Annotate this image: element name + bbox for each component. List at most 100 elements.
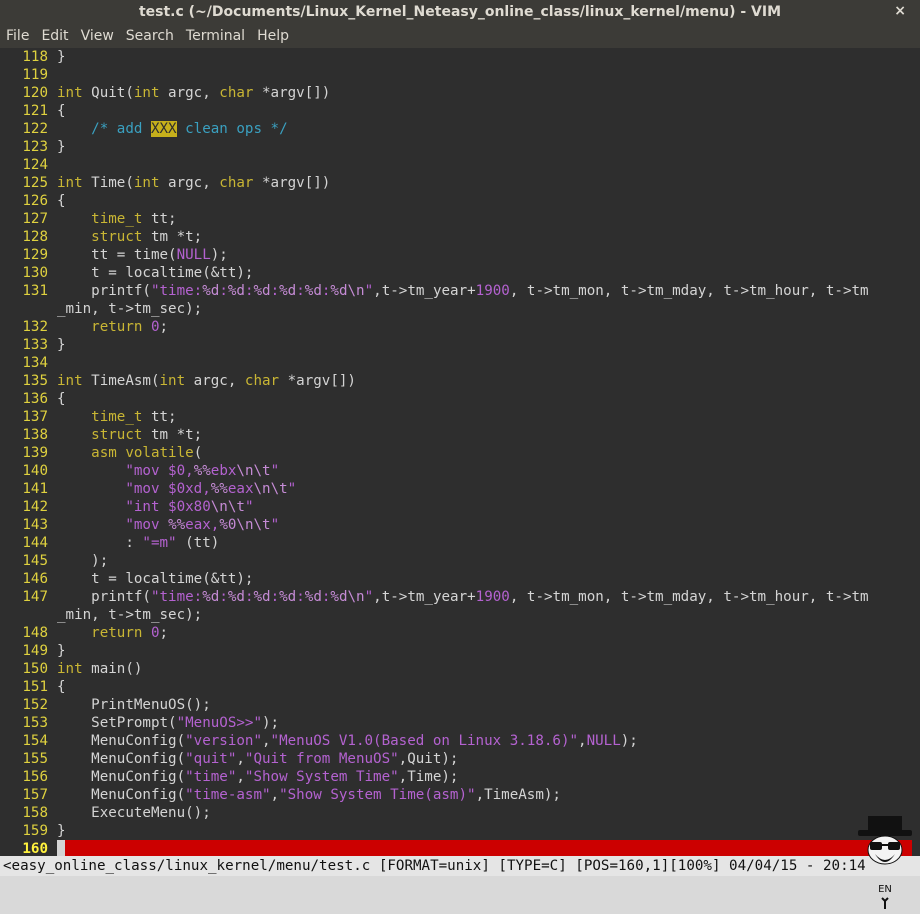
code-line[interactable]: 148 return 0; bbox=[0, 624, 920, 642]
line-number: 124 bbox=[22, 157, 48, 173]
code-line[interactable]: 134 bbox=[0, 354, 920, 372]
menu-edit[interactable]: Edit bbox=[33, 28, 72, 44]
menu-help[interactable]: Help bbox=[249, 28, 293, 44]
code-text: t = localtime(&tt); bbox=[57, 571, 254, 587]
line-number bbox=[0, 300, 57, 318]
code-line[interactable]: 159} bbox=[0, 822, 920, 840]
code-line[interactable]: 152 PrintMenuOS(); bbox=[0, 696, 920, 714]
code-text: int Quit(int argc, char *argv[]) bbox=[57, 85, 331, 101]
code-line[interactable]: 132 return 0; bbox=[0, 318, 920, 336]
line-number: 155 bbox=[22, 751, 48, 767]
code-text: "int $0x80\n\t" bbox=[125, 499, 254, 515]
line-number: 157 bbox=[22, 787, 48, 803]
line-number: 127 bbox=[22, 211, 48, 227]
code-line[interactable]: 140 "mov $0,%%ebx\n\t" bbox=[0, 462, 920, 480]
menu-bar: File Edit View Search Terminal Help bbox=[0, 24, 920, 48]
code-text: int TimeAsm(int argc, char *argv[]) bbox=[57, 373, 356, 389]
command-line[interactable] bbox=[0, 876, 920, 914]
code-line[interactable]: 118} bbox=[0, 48, 920, 66]
code-text: time_t tt; bbox=[91, 409, 177, 425]
code-line[interactable]: 120 int Quit(int argc, char *argv[]) bbox=[0, 84, 920, 102]
code-line[interactable]: 139 asm volatile( bbox=[0, 444, 920, 462]
cursor-line[interactable]: 160 bbox=[0, 840, 920, 856]
code-line[interactable]: _min, t->tm_sec); bbox=[0, 606, 920, 624]
code-text: { bbox=[57, 679, 66, 695]
line-number: 125 bbox=[22, 175, 48, 191]
code-line[interactable]: 124 bbox=[0, 156, 920, 174]
menu-terminal[interactable]: Terminal bbox=[178, 28, 249, 44]
line-number: 128 bbox=[22, 229, 48, 245]
code-line[interactable]: 126 { bbox=[0, 192, 920, 210]
line-number: 142 bbox=[22, 499, 48, 515]
code-line[interactable]: 141 "mov $0xd,%%eax\n\t" bbox=[0, 480, 920, 498]
code-line[interactable]: 133} bbox=[0, 336, 920, 354]
code-text: t = localtime(&tt); bbox=[57, 265, 254, 281]
code-line[interactable]: 149} bbox=[0, 642, 920, 660]
code-text: tt = time(NULL); bbox=[57, 247, 228, 263]
code-line[interactable]: 135 int TimeAsm(int argc, char *argv[]) bbox=[0, 372, 920, 390]
line-number: 131 bbox=[22, 283, 48, 299]
code-text: asm volatile( bbox=[91, 445, 203, 461]
line-number: 153 bbox=[22, 715, 48, 731]
code-line[interactable]: 136 { bbox=[0, 390, 920, 408]
menu-view[interactable]: View bbox=[73, 28, 118, 44]
code-line[interactable]: 128 struct tm *t; bbox=[0, 228, 920, 246]
line-number: 145 bbox=[22, 553, 48, 569]
code-line[interactable]: 131 printf("time:%d:%d:%d:%d:%d:%d\n",t-… bbox=[0, 282, 920, 300]
code-text: return 0; bbox=[91, 625, 169, 641]
code-text: _min, t->tm_sec); bbox=[57, 301, 203, 317]
code-text: ); bbox=[57, 553, 109, 569]
close-icon[interactable]: × bbox=[894, 3, 906, 19]
line-number: 122 bbox=[22, 121, 48, 137]
code-line[interactable]: 155 MenuConfig("quit","Quit from MenuOS"… bbox=[0, 750, 920, 768]
line-number: 149 bbox=[22, 643, 48, 659]
text-cursor bbox=[57, 840, 65, 856]
code-line[interactable]: 146 t = localtime(&tt); bbox=[0, 570, 920, 588]
code-line[interactable]: 144 : "=m" (tt) bbox=[0, 534, 920, 552]
code-line[interactable]: 147 printf("time:%d:%d:%d:%d:%d:%d\n",t-… bbox=[0, 588, 920, 606]
menu-search[interactable]: Search bbox=[118, 28, 178, 44]
line-number: 138 bbox=[22, 427, 48, 443]
line-number: 133 bbox=[22, 337, 48, 353]
code-line[interactable]: 122 /* add XXX clean ops */ bbox=[0, 120, 920, 138]
code-line[interactable]: 142 "int $0x80\n\t" bbox=[0, 498, 920, 516]
line-number: 143 bbox=[22, 517, 48, 533]
code-line[interactable]: 138 struct tm *t; bbox=[0, 426, 920, 444]
code-line[interactable]: 121 { bbox=[0, 102, 920, 120]
code-text: PrintMenuOS(); bbox=[57, 697, 211, 713]
line-number: 136 bbox=[22, 391, 48, 407]
code-line[interactable]: 154 MenuConfig("version","MenuOS V1.0(Ba… bbox=[0, 732, 920, 750]
line-number: 141 bbox=[22, 481, 48, 497]
line-number: 140 bbox=[22, 463, 48, 479]
code-line[interactable]: 137 time_t tt; bbox=[0, 408, 920, 426]
code-line[interactable]: 157 MenuConfig("time-asm","Show System T… bbox=[0, 786, 920, 804]
cursorline-highlight bbox=[57, 840, 912, 856]
menu-file[interactable]: File bbox=[0, 28, 33, 44]
line-number: 135 bbox=[22, 373, 48, 389]
code-line[interactable]: 145 ); bbox=[0, 552, 920, 570]
code-line[interactable]: 153 SetPrompt("MenuOS>>"); bbox=[0, 714, 920, 732]
code-text: return 0; bbox=[91, 319, 169, 335]
code-text: printf("time:%d:%d:%d:%d:%d:%d\n",t->tm_… bbox=[57, 283, 869, 299]
code-text: } bbox=[57, 643, 66, 659]
code-text: } bbox=[57, 139, 66, 155]
code-line[interactable]: 130 t = localtime(&tt); bbox=[0, 264, 920, 282]
line-number: 123 bbox=[22, 139, 48, 155]
code-line[interactable]: 143 "mov %%eax,%0\n\t" bbox=[0, 516, 920, 534]
code-line[interactable]: 125 int Time(int argc, char *argv[]) bbox=[0, 174, 920, 192]
line-number: 121 bbox=[22, 103, 48, 119]
line-number: 150 bbox=[22, 661, 48, 677]
code-line[interactable]: 158 ExecuteMenu(); bbox=[0, 804, 920, 822]
code-text: struct tm *t; bbox=[91, 229, 203, 245]
code-line[interactable]: 123} bbox=[0, 138, 920, 156]
code-line[interactable]: 127 time_t tt; bbox=[0, 210, 920, 228]
code-line[interactable]: 156 MenuConfig("time","Show System Time"… bbox=[0, 768, 920, 786]
code-text: /* add XXX clean ops */ bbox=[91, 121, 288, 137]
code-line[interactable]: 151 { bbox=[0, 678, 920, 696]
code-line[interactable]: 150 int main() bbox=[0, 660, 920, 678]
code-line[interactable]: _min, t->tm_sec); bbox=[0, 300, 920, 318]
editor-area[interactable]: 118} 119 120 int Quit(int argc, char *argv[… bbox=[0, 48, 920, 856]
line-number: 134 bbox=[22, 355, 48, 371]
code-line[interactable]: 119 bbox=[0, 66, 920, 84]
code-line[interactable]: 129 tt = time(NULL); bbox=[0, 246, 920, 264]
